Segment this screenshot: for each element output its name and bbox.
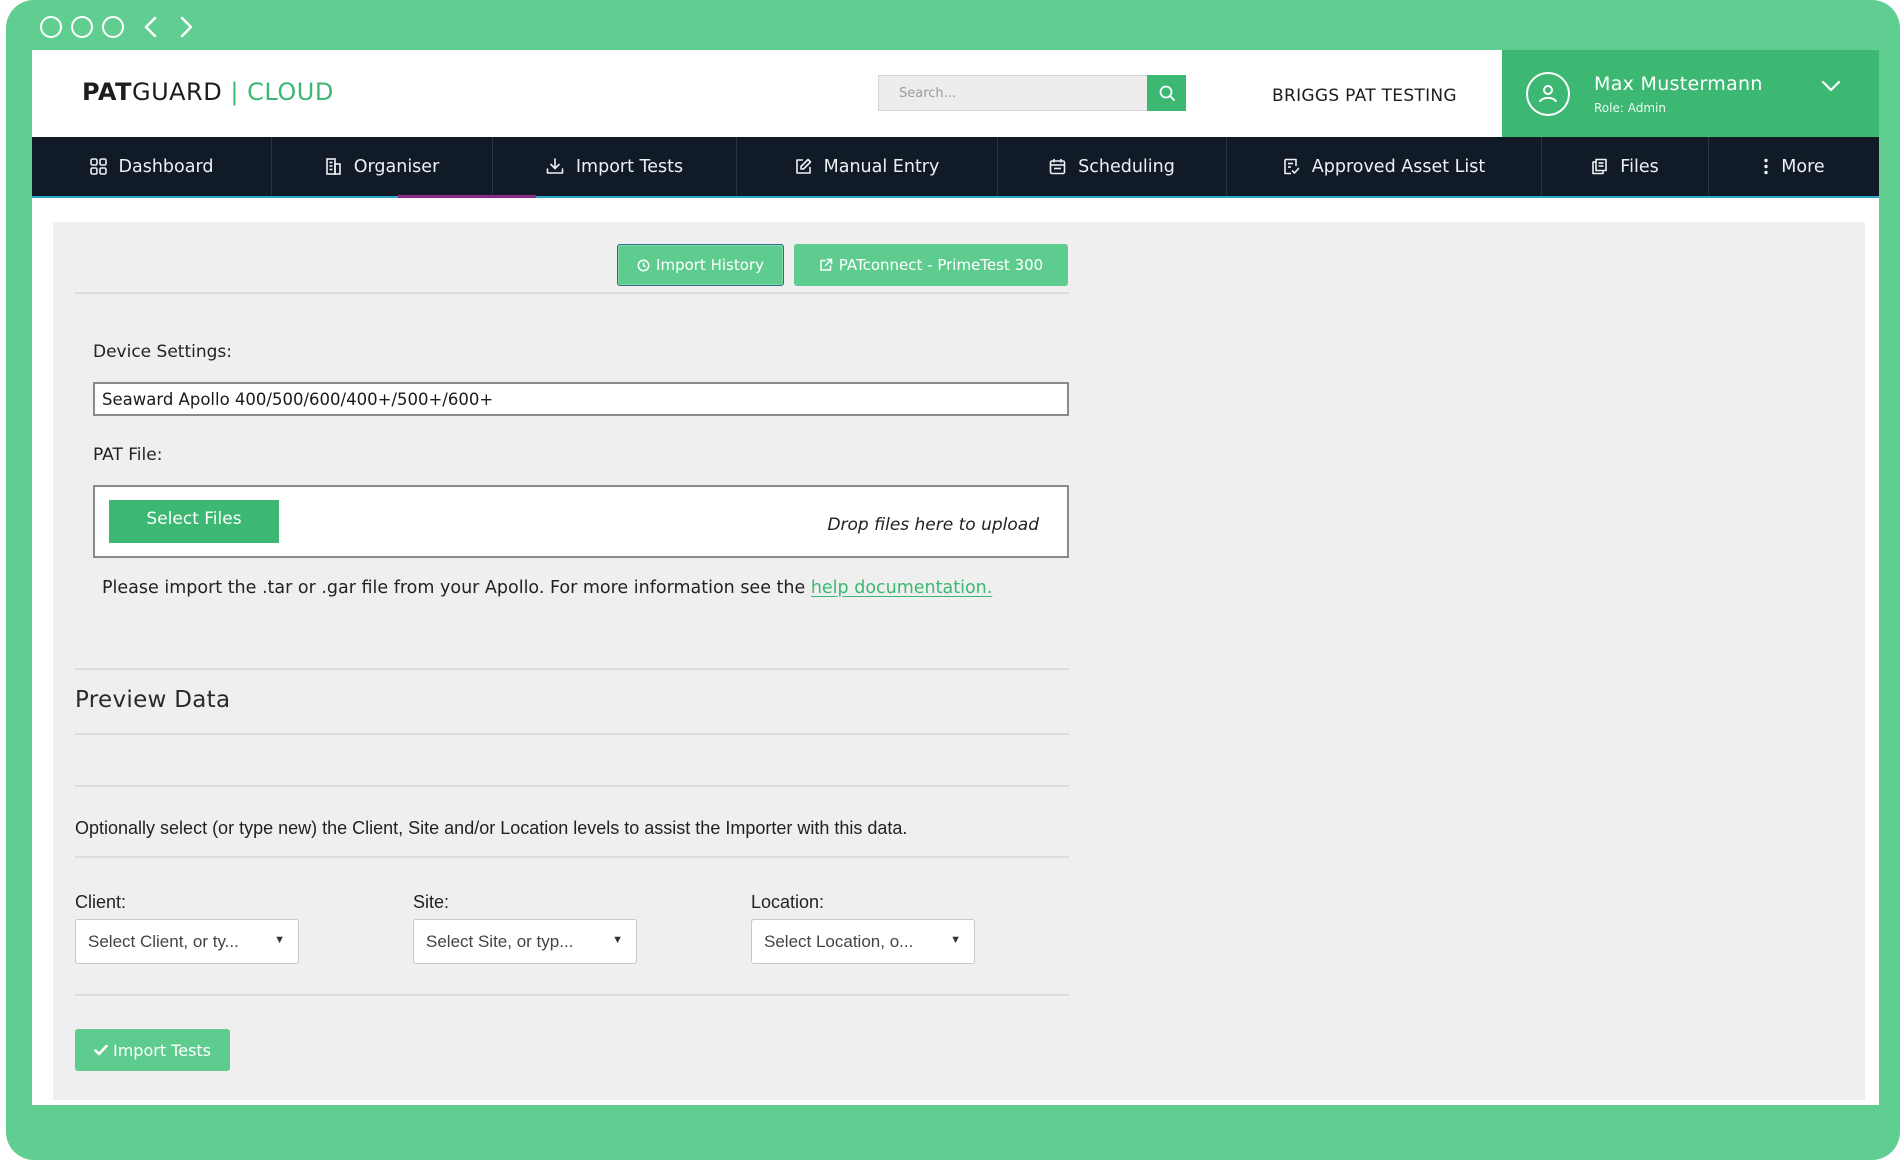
logo-mid: GUARD [131,78,223,106]
help-documentation-link[interactable]: help documentation. [811,578,993,598]
app-window: PATGUARD | CLOUD Search... BRIGGS PAT TE… [32,50,1879,1105]
checklist-icon [1283,158,1300,175]
clock-icon [637,259,650,271]
nav-dashboard[interactable]: Dashboard [32,137,272,196]
import-tests-label: Import Tests [112,1040,212,1060]
window-maximize-dot[interactable] [102,16,124,38]
download-icon [546,158,564,174]
external-link-icon [820,258,833,271]
logo-separator: | [230,78,239,106]
user-name: Max Mustermann [1594,72,1763,95]
grid-icon [89,158,107,175]
chevron-down-icon[interactable] [1821,78,1841,97]
nav-approved-asset-list[interactable]: Approved Asset List [1227,137,1542,196]
nav-label-import-tests: Import Tests [575,156,684,177]
divider [75,292,1069,294]
nav-label-dashboard: Dashboard [118,156,214,177]
nav-label-manual-entry: Manual Entry [823,156,940,177]
client-select-placeholder: Select Client, or ty... [88,931,239,951]
nav-files[interactable]: Files [1542,137,1709,196]
top-actions: Import History PATconnect - PrimeTest 30… [617,244,1068,286]
nav-scheduling[interactable]: Scheduling [998,137,1227,196]
dropdown-caret-icon: ▼ [612,934,623,946]
search-icon [1159,85,1175,101]
dropdown-caret-icon: ▼ [950,934,961,946]
search-button[interactable] [1147,75,1186,111]
client-select[interactable]: Select Client, or ty... ▼ [75,919,299,964]
nav-more[interactable]: More [1709,137,1879,196]
help-text: Please import the .tar or .gar file from… [102,578,992,598]
user-avatar-icon [1526,71,1570,116]
main-navbar: Dashboard Organiser Import Tests Manual … [32,137,1879,198]
location-select-placeholder: Select Location, o... [764,931,914,951]
divider [75,668,1069,670]
nav-import-tests[interactable]: Import Tests [398,137,737,198]
file-drop-zone[interactable]: Select Files Drop files here to upload [93,485,1069,558]
nav-active-indicator [398,195,536,198]
client-label: Client: [75,892,127,912]
building-icon [325,158,341,175]
location-label: Location: [751,892,825,912]
site-label: Site: [413,892,450,912]
user-role: Role: Admin [1594,100,1666,115]
checkmark-icon [94,1044,108,1056]
optional-levels-text: Optionally select (or type new) the Clie… [75,818,908,838]
device-settings-label: Device Settings: [93,342,232,362]
help-text-body: Please import the .tar or .gar file from… [102,578,806,598]
nav-organiser[interactable]: Organiser [272,137,493,196]
divider [75,994,1069,996]
header: PATGUARD | CLOUD Search... BRIGGS PAT TE… [32,50,1879,137]
forward-arrow-icon[interactable] [176,12,198,42]
divider [75,785,1069,787]
nav-label-scheduling: Scheduling [1078,156,1175,177]
nav-label-more: More [1781,156,1825,177]
dropdown-caret-icon: ▼ [274,934,285,946]
documents-icon [1592,158,1608,175]
preview-data-title: Preview Data [75,687,231,713]
nav-manual-entry[interactable]: Manual Entry [737,137,998,196]
nav-label-organiser: Organiser [353,156,440,177]
calendar-icon [1049,159,1066,175]
divider [75,856,1069,858]
patconnect-label: PATconnect - PrimeTest 300 [838,256,1044,274]
window-minimize-dot[interactable] [71,16,93,38]
edit-icon [795,158,811,174]
site-select[interactable]: Select Site, or typ... ▼ [413,919,637,964]
import-history-label: Import History [656,256,764,274]
logo-cloud: CLOUD [247,78,334,106]
kebab-icon [1764,158,1768,175]
device-settings-value: Seaward Apollo 400/500/600/400+/500+/600… [102,389,494,409]
import-history-button[interactable]: Import History [617,244,784,286]
import-panel: Import History PATconnect - PrimeTest 30… [53,222,1865,1100]
nav-label-files: Files [1620,156,1659,177]
import-tests-button[interactable]: Import Tests [75,1029,230,1071]
divider [75,733,1069,735]
device-settings-select[interactable]: Seaward Apollo 400/500/600/400+/500+/600… [93,382,1069,416]
logo-bold: PAT [82,78,132,106]
patguard-logo[interactable]: PATGUARD | CLOUD [82,78,334,106]
pat-file-label: PAT File: [93,445,163,465]
user-info: Max Mustermann Role: Admin [1594,73,1763,115]
search-input[interactable]: Search... [878,75,1150,111]
company-name: BRIGGS PAT TESTING [1272,86,1457,106]
window-controls [40,12,198,42]
site-select-placeholder: Select Site, or typ... [426,931,574,951]
search-placeholder: Search... [899,85,957,101]
window-close-dot[interactable] [40,16,62,38]
back-arrow-icon[interactable] [139,12,161,42]
user-menu[interactable]: Max Mustermann Role: Admin [1502,50,1879,137]
select-files-button[interactable]: Select Files [109,500,279,543]
nav-label-approved-asset-list: Approved Asset List [1311,156,1486,177]
window-frame: PATGUARD | CLOUD Search... BRIGGS PAT TE… [6,0,1900,1160]
location-select[interactable]: Select Location, o... ▼ [751,919,975,964]
drop-files-hint: Drop files here to upload [827,515,1039,535]
patconnect-button[interactable]: PATconnect - PrimeTest 300 [794,244,1068,286]
